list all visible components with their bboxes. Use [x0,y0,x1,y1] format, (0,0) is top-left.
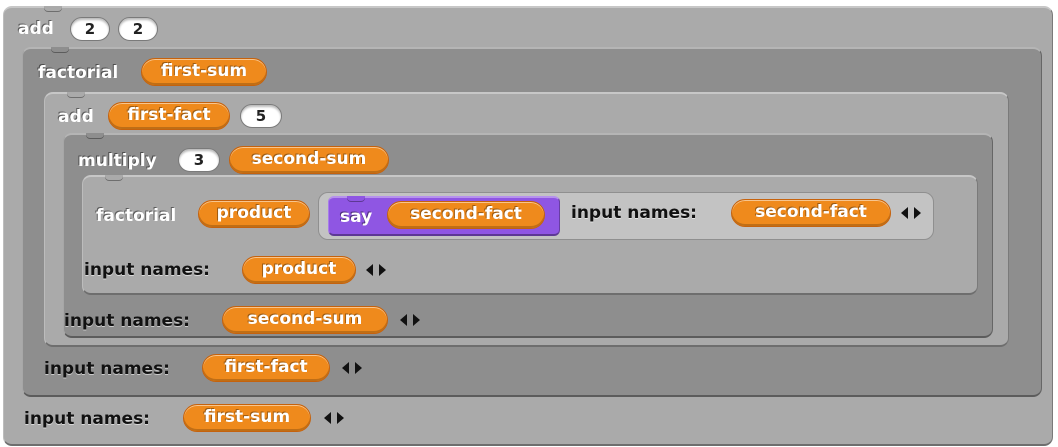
factorial-product-notch [105,175,123,180]
first-fact-var-arg[interactable]: first-fact [108,102,230,130]
say-block-notch [347,196,365,201]
say-label: say [340,207,373,227]
multiply-input[interactable]: 3 [178,148,220,172]
input-names-label-3: input names: [64,311,190,331]
second-sum-var-arg[interactable]: second-sum [229,146,389,174]
left-right-arrows-icon[interactable] [321,409,347,427]
input-names-label-2: input names: [84,260,210,280]
input-names-label-5: input names: [24,409,150,429]
add-inner-input[interactable]: 5 [240,104,282,128]
add-inner-notch [67,92,85,97]
first-fact-param[interactable]: first-fact [202,354,330,382]
second-sum-param[interactable]: second-sum [222,306,388,334]
product-param[interactable]: product [242,256,356,284]
factorial-first-sum-label: factorial [38,63,119,83]
factorial-product-label: factorial [96,206,177,226]
second-fact-param[interactable]: second-fact [731,199,891,227]
second-fact-var-arg[interactable]: second-fact [387,201,545,229]
add-outer-notch [44,6,62,11]
left-right-arrows-icon[interactable] [339,359,365,377]
multiply-notch [86,133,104,138]
add-inner-label: add [58,107,94,127]
multiply-label: multiply [78,151,157,171]
add-outer-input-2[interactable]: 2 [118,17,158,41]
product-var-arg[interactable]: product [198,200,310,228]
add-outer-label: add [18,19,54,39]
left-right-arrows-icon[interactable] [363,261,389,279]
input-names-label-4: input names: [44,359,170,379]
first-sum-param[interactable]: first-sum [183,404,311,432]
first-sum-var[interactable]: first-sum [141,58,267,86]
left-right-arrows-icon[interactable] [397,311,423,329]
add-outer-input-1[interactable]: 2 [70,17,110,41]
factorial-first-sum-notch [51,47,69,52]
left-right-arrows-icon[interactable] [898,204,924,222]
input-names-label-1: input names: [571,203,697,223]
